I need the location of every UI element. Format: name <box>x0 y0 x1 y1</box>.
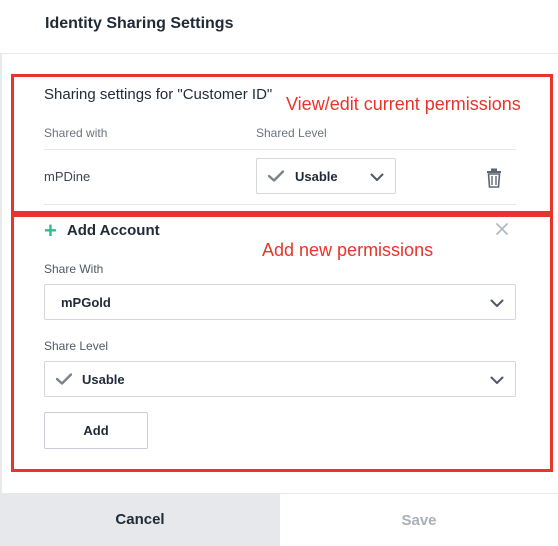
table-header-divider <box>44 149 516 150</box>
cancel-button[interactable]: Cancel <box>0 493 280 546</box>
table-row-divider <box>44 204 516 205</box>
dialog-footer: Cancel Save <box>0 493 558 546</box>
share-level-label: Share Level <box>44 339 109 353</box>
check-icon <box>265 165 287 187</box>
annotation-current-note: View/edit current permissions <box>286 94 521 114</box>
current-section-title: Sharing settings for "Customer ID" <box>44 86 273 103</box>
panel-left-edge <box>0 54 2 494</box>
chevron-down-icon <box>487 370 507 390</box>
share-level-select[interactable]: Usable <box>44 361 516 397</box>
trash-icon[interactable] <box>485 168 503 188</box>
dialog-header: Identity Sharing Settings <box>0 0 558 54</box>
dialog-title: Identity Sharing Settings <box>45 15 234 32</box>
close-icon[interactable] <box>495 222 511 238</box>
row-level-select[interactable]: Usable <box>256 158 396 194</box>
check-icon <box>53 368 75 390</box>
row-level-value: Usable <box>295 168 338 184</box>
save-button[interactable]: Save <box>280 493 558 546</box>
shared-with-header: Shared with <box>44 126 108 140</box>
chevron-down-icon <box>367 167 387 187</box>
share-with-value: mPGold <box>61 294 111 310</box>
add-button[interactable]: Add <box>44 412 148 449</box>
add-account-title: Add Account <box>66 222 160 239</box>
add-account-header: + Add Account <box>44 217 160 243</box>
row-account: mPDine <box>44 169 91 184</box>
plus-icon: + <box>44 217 57 243</box>
share-with-label: Share With <box>44 262 104 276</box>
chevron-down-icon <box>487 293 507 313</box>
share-level-value: Usable <box>82 371 125 387</box>
share-with-select[interactable]: mPGold <box>44 284 516 320</box>
shared-level-header: Shared Level <box>256 126 327 140</box>
annotation-add-note: Add new permissions <box>262 240 434 260</box>
